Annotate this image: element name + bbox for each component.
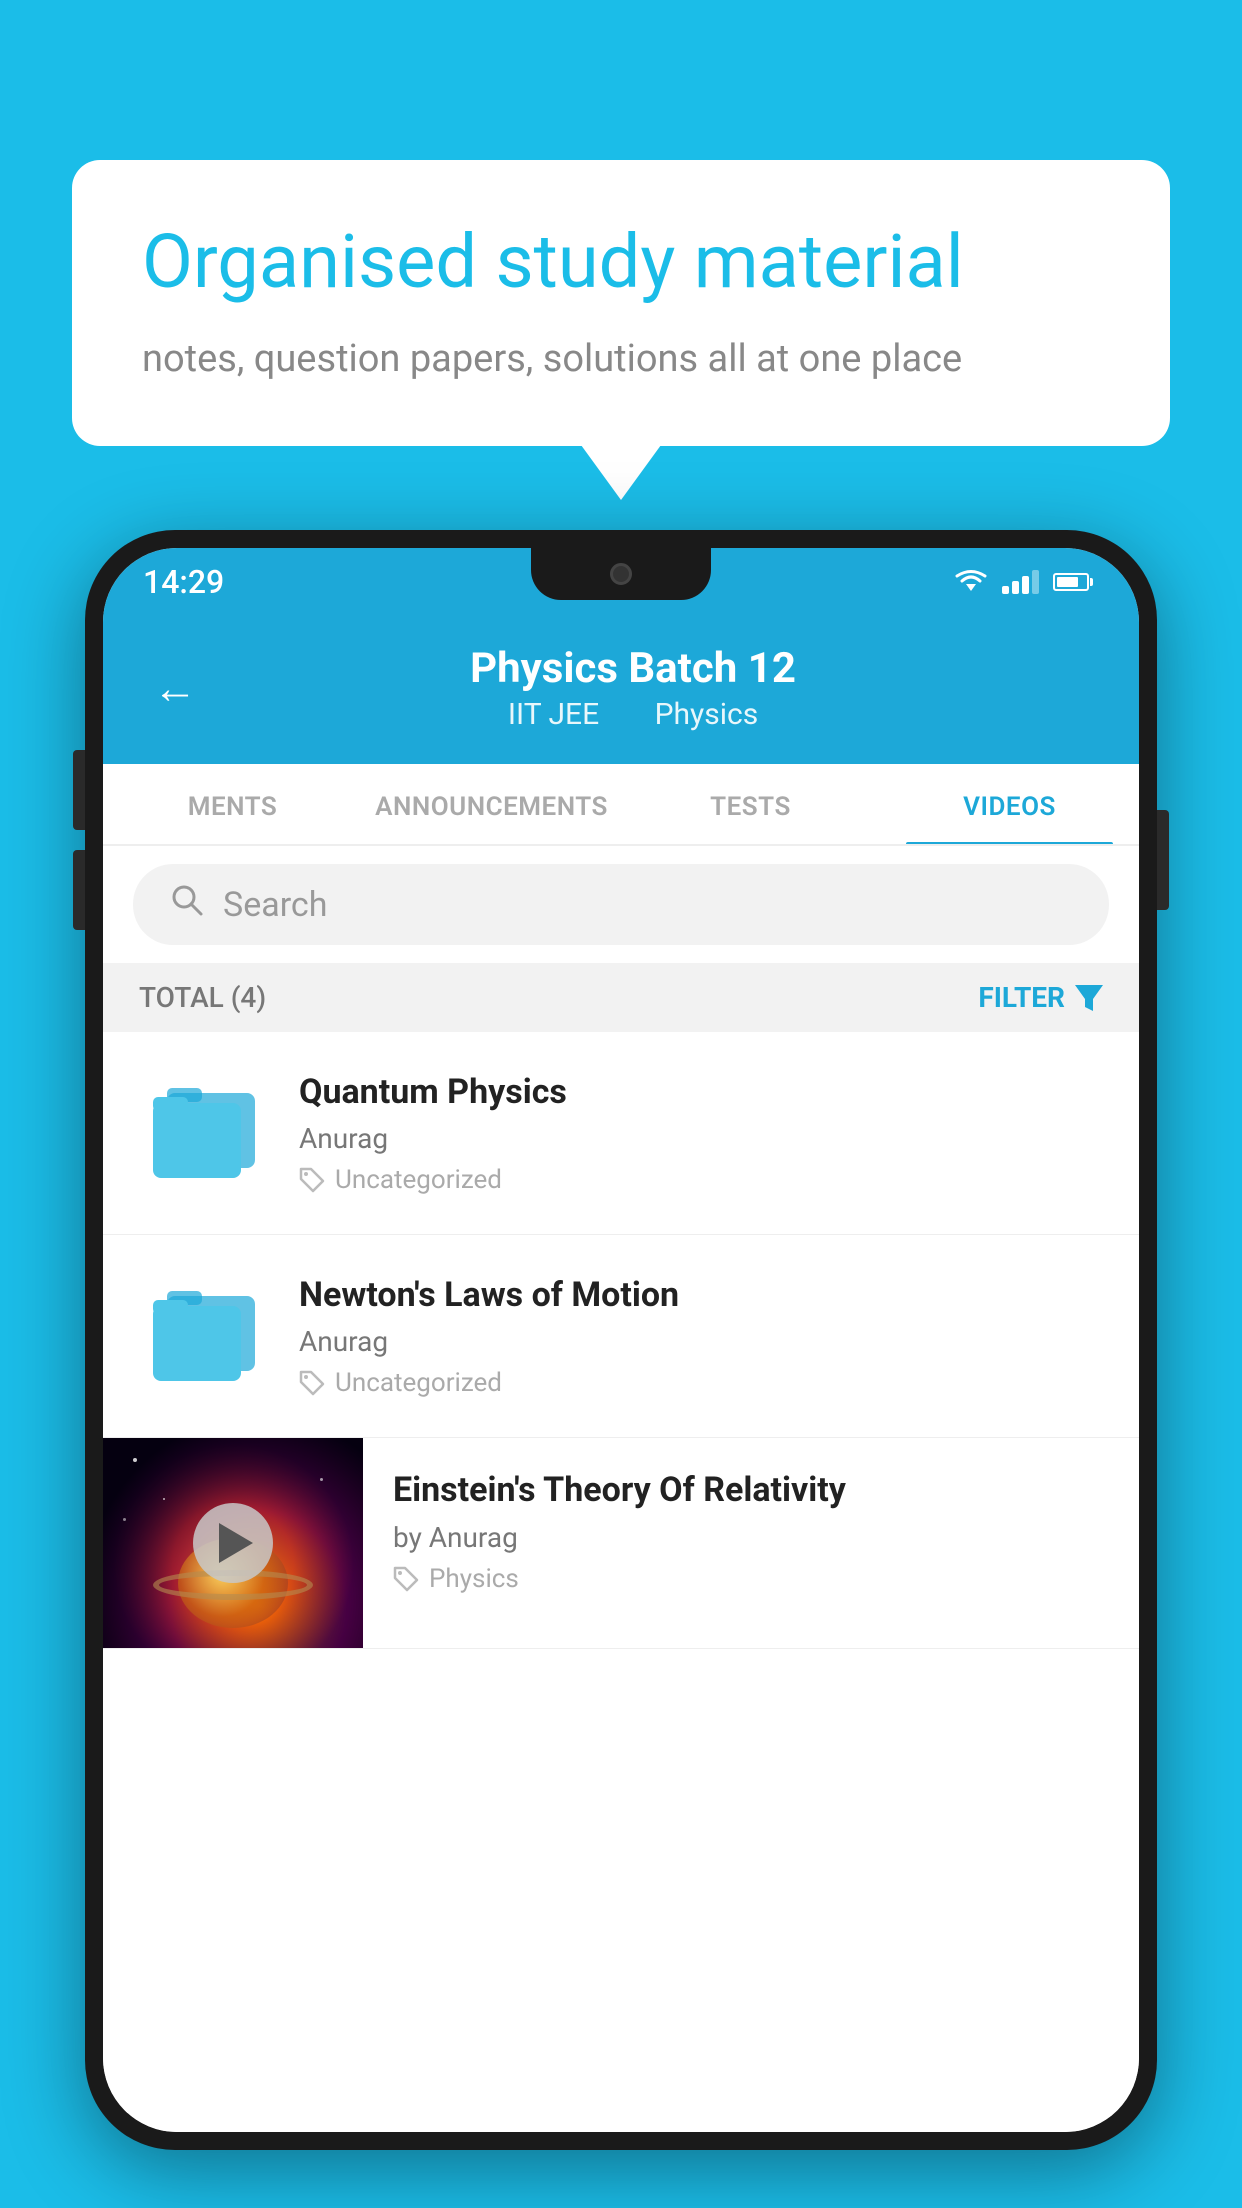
- tag-icon-2: [299, 1370, 325, 1396]
- search-icon: [169, 882, 205, 927]
- tab-ments[interactable]: MENTS: [103, 764, 362, 844]
- header-subtitle-right: Physics: [655, 697, 759, 732]
- search-bar[interactable]: Search: [133, 864, 1109, 945]
- power-button[interactable]: [1157, 810, 1169, 910]
- volume-up-button[interactable]: [73, 750, 85, 830]
- video-item-3[interactable]: Einstein's Theory Of Relativity by Anura…: [103, 1438, 1139, 1649]
- filter-bar: TOTAL (4) FILTER: [103, 963, 1139, 1032]
- header-title-group: Physics Batch 12 IIT JEE Physics: [227, 644, 1039, 732]
- video-tag-3: Physics: [393, 1564, 1109, 1594]
- video-tag-label-3: Physics: [429, 1564, 519, 1594]
- video-thumb-1: [139, 1068, 269, 1198]
- video-tag-1: Uncategorized: [299, 1165, 1103, 1195]
- total-count: TOTAL (4): [139, 981, 266, 1014]
- video-author-1: Anurag: [299, 1122, 1103, 1155]
- video-tag-label-2: Uncategorized: [335, 1368, 502, 1398]
- video-info-1: Quantum Physics Anurag Uncategorized: [299, 1072, 1103, 1195]
- folder-icon-2: [149, 1286, 259, 1386]
- phone-notch: [531, 548, 711, 600]
- status-icons: [954, 569, 1089, 595]
- speech-bubble-subtitle: notes, question papers, solutions all at…: [142, 333, 1100, 386]
- speech-bubble-title: Organised study material: [142, 220, 1100, 305]
- video-author-3: by Anurag: [393, 1521, 1109, 1554]
- filter-label: FILTER: [978, 981, 1065, 1014]
- signal-icon: [1002, 570, 1039, 594]
- video-tag-2: Uncategorized: [299, 1368, 1103, 1398]
- filter-button[interactable]: FILTER: [978, 981, 1103, 1014]
- video-thumbnail-3: [103, 1438, 363, 1648]
- tab-announcements[interactable]: ANNOUNCEMENTS: [362, 764, 621, 844]
- battery-icon: [1053, 573, 1089, 591]
- search-container: Search: [103, 846, 1139, 963]
- video-title-3: Einstein's Theory Of Relativity: [393, 1470, 1109, 1511]
- phone-mockup: 14:29: [85, 530, 1157, 2208]
- video-title-1: Quantum Physics: [299, 1072, 1103, 1112]
- header-title: Physics Batch 12: [227, 644, 1039, 693]
- volume-down-button[interactable]: [73, 850, 85, 930]
- play-button-3[interactable]: [193, 1503, 273, 1583]
- video-author-2: Anurag: [299, 1325, 1103, 1358]
- video-list: Quantum Physics Anurag Uncategorized: [103, 1032, 1139, 2132]
- tabs-bar: MENTS ANNOUNCEMENTS TESTS VIDEOS: [103, 764, 1139, 846]
- video-info-3: Einstein's Theory Of Relativity by Anura…: [363, 1438, 1139, 1626]
- front-camera: [610, 563, 632, 585]
- video-info-2: Newton's Laws of Motion Anurag Uncategor…: [299, 1275, 1103, 1398]
- status-time: 14:29: [143, 563, 224, 601]
- search-input-placeholder: Search: [223, 885, 327, 925]
- tag-icon-1: [299, 1167, 325, 1193]
- wifi-icon: [954, 569, 988, 595]
- speech-bubble: Organised study material notes, question…: [72, 160, 1170, 446]
- app-header: ← Physics Batch 12 IIT JEE Physics: [103, 616, 1139, 764]
- video-tag-label-1: Uncategorized: [335, 1165, 502, 1195]
- phone-screen: 14:29: [103, 548, 1139, 2132]
- tab-videos[interactable]: VIDEOS: [880, 764, 1139, 844]
- header-subtitle: IIT JEE Physics: [227, 697, 1039, 732]
- phone-outer: 14:29: [85, 530, 1157, 2150]
- video-title-2: Newton's Laws of Motion: [299, 1275, 1103, 1315]
- tab-tests[interactable]: TESTS: [621, 764, 880, 844]
- back-button[interactable]: ←: [153, 666, 197, 710]
- video-item-2[interactable]: Newton's Laws of Motion Anurag Uncategor…: [103, 1235, 1139, 1438]
- video-item-1[interactable]: Quantum Physics Anurag Uncategorized: [103, 1032, 1139, 1235]
- filter-funnel-icon: [1075, 985, 1103, 1011]
- header-subtitle-left: IIT JEE: [508, 697, 599, 732]
- play-triangle-icon: [219, 1523, 253, 1563]
- tag-icon-3: [393, 1566, 419, 1592]
- video-thumb-2: [139, 1271, 269, 1401]
- folder-icon-1: [149, 1083, 259, 1183]
